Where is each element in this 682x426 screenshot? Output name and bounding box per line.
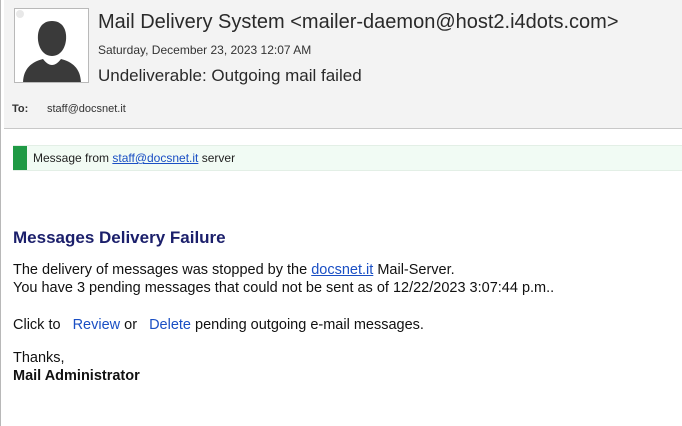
- email-reading-pane: Mail Delivery System <mailer-daemon@host…: [0, 0, 682, 426]
- sender-name[interactable]: Mail Delivery System <mailer-daemon@host…: [98, 11, 619, 34]
- line1-prefix: The delivery of messages was stopped by …: [13, 262, 312, 278]
- sent-date: Saturday, December 23, 2023 12:07 AM: [98, 43, 312, 57]
- to-label: To:: [12, 103, 29, 115]
- click-prefix: Click to: [13, 317, 65, 333]
- thanks-text: Thanks,: [13, 350, 65, 366]
- click-suffix: pending outgoing e-mail messages.: [195, 317, 424, 333]
- body-line-1: The delivery of messages was stopped by …: [13, 262, 455, 278]
- banner-accent-bar: [13, 146, 27, 170]
- banner-sender-link[interactable]: staff@docsnet.it: [112, 151, 198, 165]
- person-silhouette-icon: [15, 9, 88, 82]
- banner-text: Message from staff@docsnet.it server: [33, 151, 235, 165]
- review-link[interactable]: Review: [73, 317, 121, 333]
- body-title: Messages Delivery Failure: [13, 228, 226, 247]
- click-line: Click to Review or Delete pending outgoi…: [13, 317, 424, 333]
- banner-prefix: Message from: [33, 151, 113, 165]
- sender-avatar[interactable]: [14, 8, 89, 83]
- message-subject: Undeliverable: Outgoing mail failed: [98, 66, 362, 85]
- message-header: Mail Delivery System <mailer-daemon@host…: [4, 0, 682, 129]
- line1-suffix: Mail-Server.: [377, 262, 455, 278]
- sender-info-banner: Message from staff@docsnet.it server: [13, 145, 682, 171]
- banner-suffix: server: [201, 151, 236, 165]
- signature-text: Mail Administrator: [13, 368, 140, 384]
- recipient-address[interactable]: staff@docsnet.it: [47, 103, 126, 115]
- domain-link[interactable]: docsnet.it: [311, 262, 373, 278]
- delete-link[interactable]: Delete: [149, 317, 191, 333]
- body-line-2: You have 3 pending messages that could n…: [13, 280, 555, 296]
- or-text: or: [124, 317, 142, 333]
